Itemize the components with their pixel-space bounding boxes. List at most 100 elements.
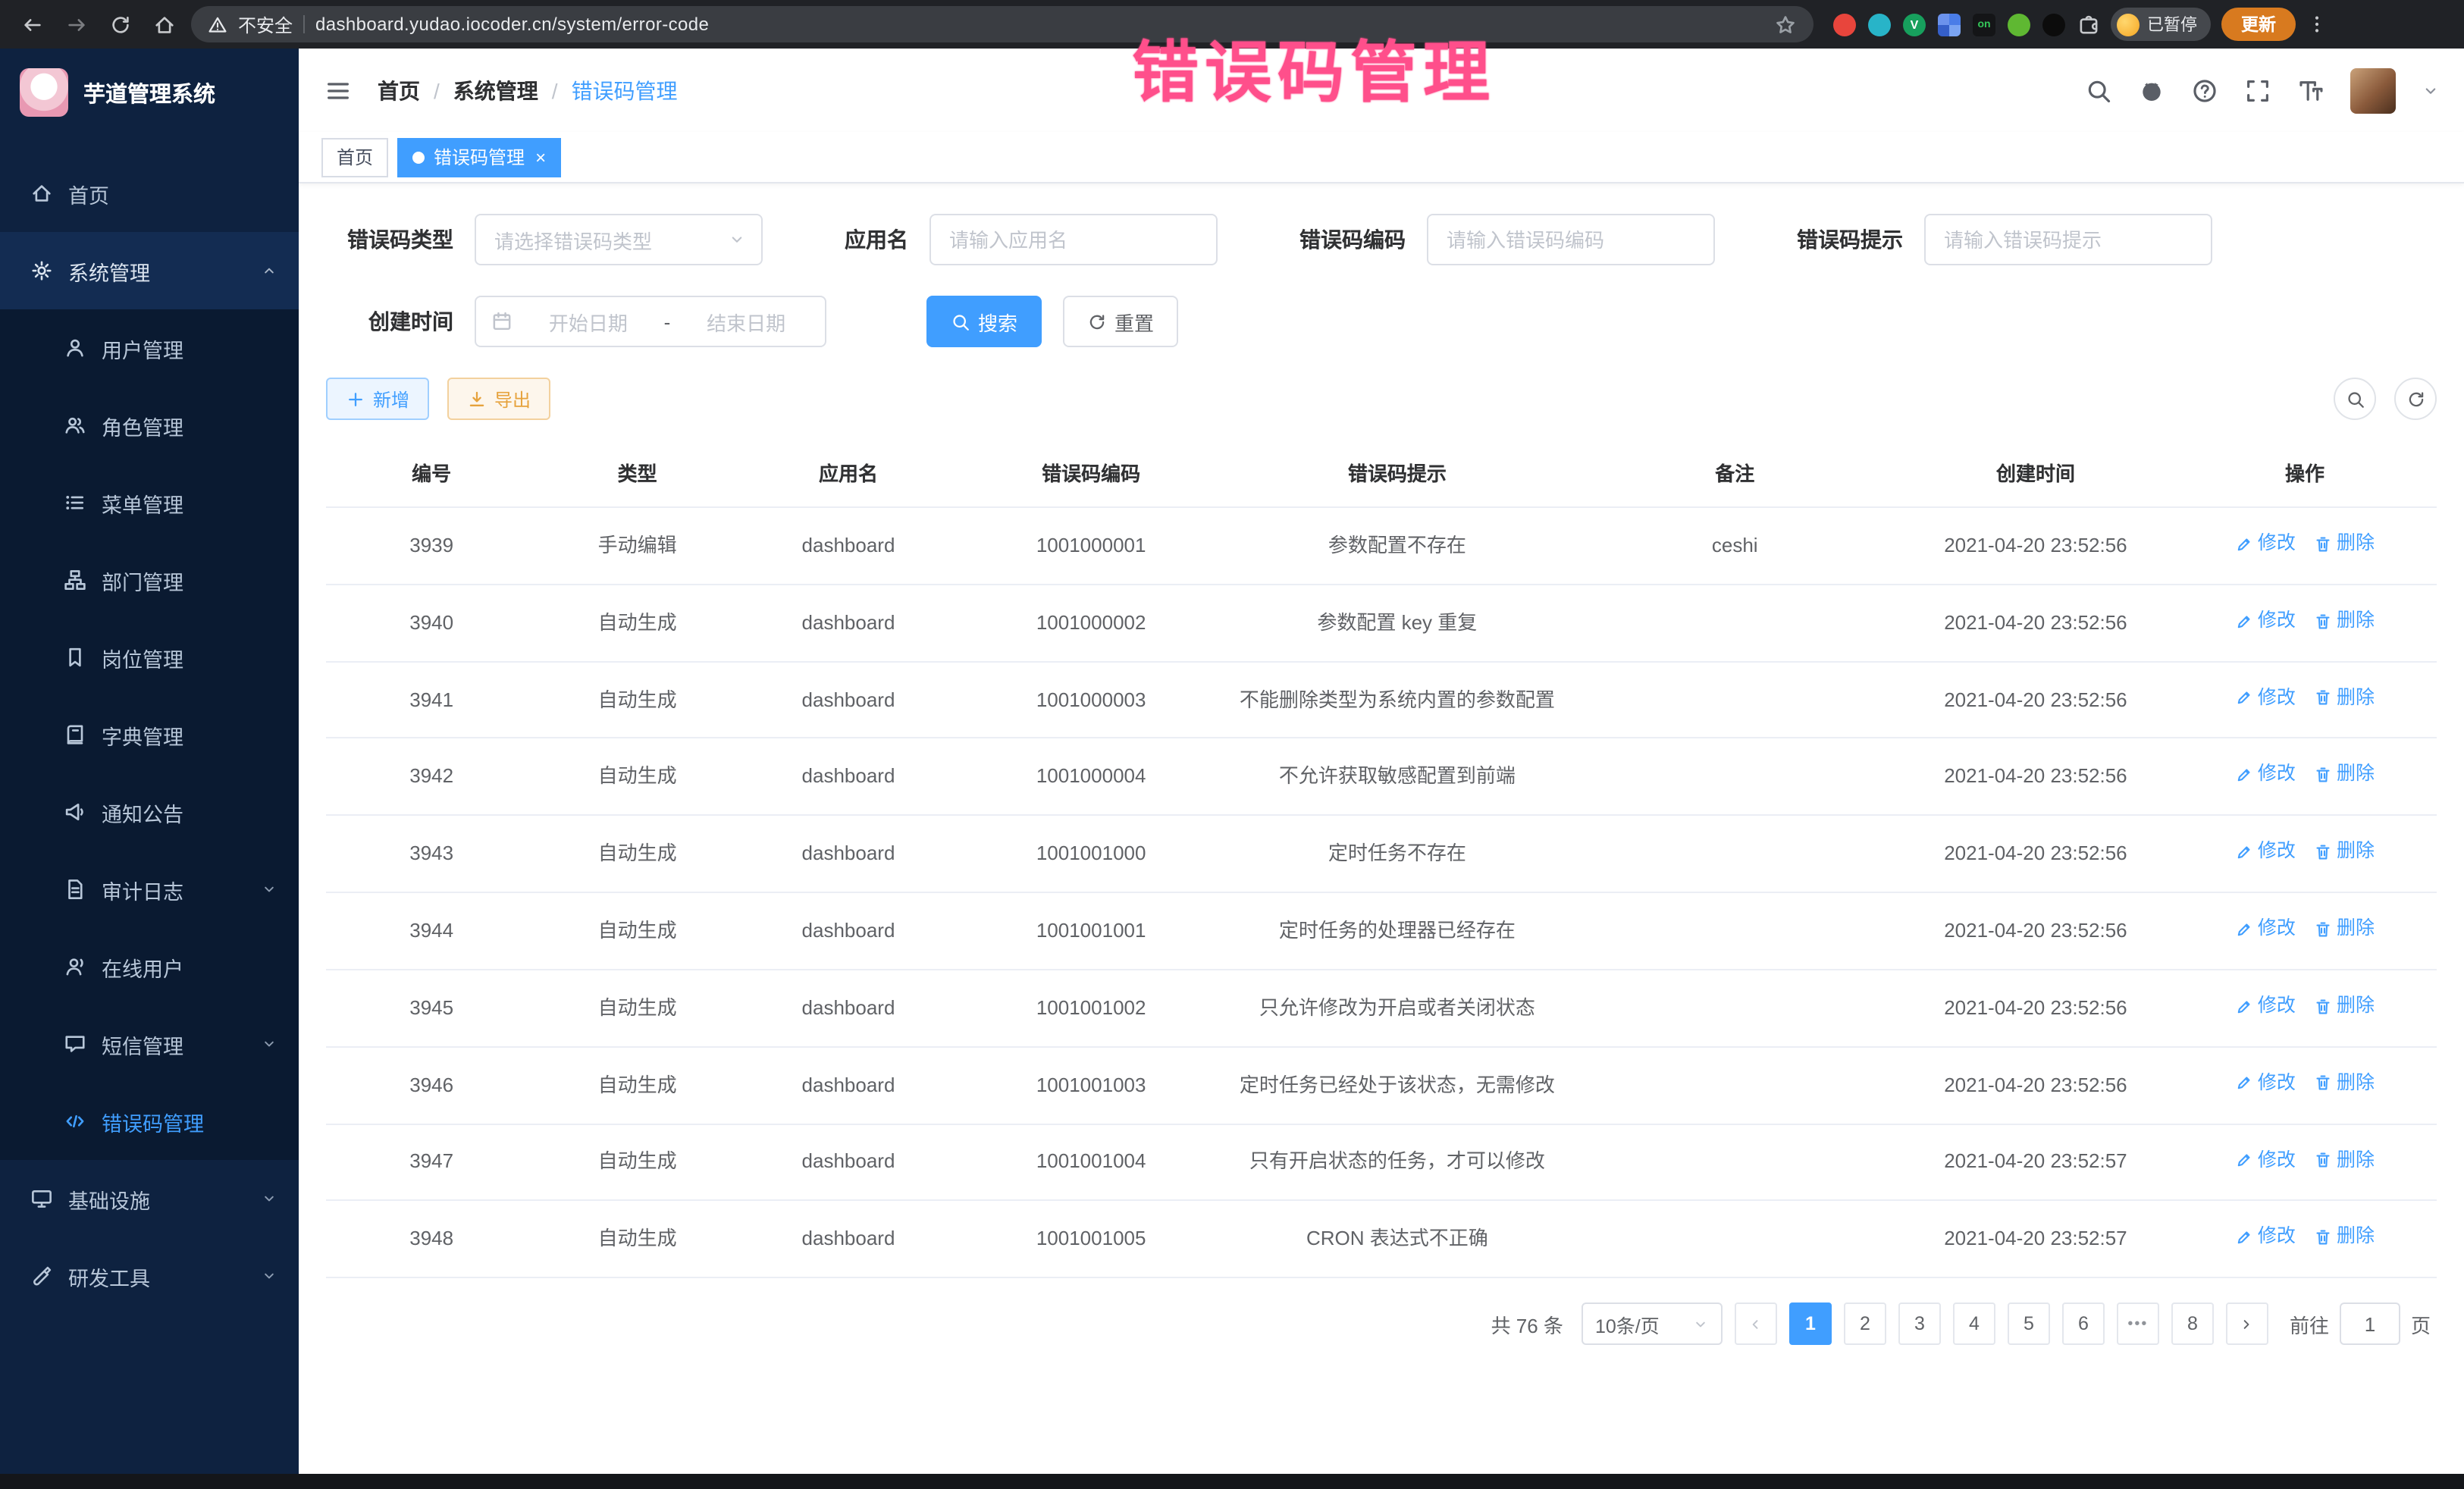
sidebar-item-devtools[interactable]: 研发工具 <box>0 1237 299 1315</box>
plus-icon <box>346 389 365 409</box>
delete-link[interactable]: 删除 <box>2314 607 2375 636</box>
browser-menu-icon[interactable] <box>2306 14 2328 35</box>
error-code-input[interactable] <box>1427 214 1715 265</box>
extension-icon[interactable] <box>2008 13 2030 36</box>
page-button[interactable]: 8 <box>2171 1303 2214 1346</box>
sidebar-item-home[interactable]: 首页 <box>0 155 299 232</box>
prev-page-button[interactable] <box>1735 1303 1777 1346</box>
bookmark-star-icon[interactable] <box>1774 13 1797 36</box>
page-button[interactable]: 2 <box>1844 1303 1886 1346</box>
delete-link[interactable]: 删除 <box>2314 529 2375 559</box>
goto-page-input[interactable] <box>2340 1303 2400 1346</box>
delete-link[interactable]: 删除 <box>2314 1069 2375 1099</box>
extension-icon[interactable]: V <box>1903 13 1926 36</box>
divider <box>303 15 305 33</box>
profile-chip[interactable]: 已暂停 <box>2111 8 2211 41</box>
extension-icon[interactable]: on <box>1973 13 1995 36</box>
edit-link[interactable]: 修改 <box>2235 992 2296 1021</box>
search-button[interactable]: 搜索 <box>926 296 1042 347</box>
edit-link[interactable]: 修改 <box>2235 683 2296 713</box>
toggle-search-button[interactable] <box>2334 378 2376 420</box>
table-row: 3942自动生成dashboard1001000004不允许获取敏感配置到前端2… <box>326 738 2437 816</box>
sidebar-item-sub[interactable]: 菜单管理 <box>0 464 299 541</box>
breadcrumb-item[interactable]: 系统管理 <box>453 75 538 105</box>
page-button[interactable]: 6 <box>2062 1303 2105 1346</box>
pagination: 共 76 条10条/页123456•••8前往页 <box>332 1303 2431 1346</box>
delete-link[interactable]: 删除 <box>2314 838 2375 867</box>
sidebar-item-sub[interactable]: 在线用户 <box>0 928 299 1005</box>
edit-link[interactable]: 修改 <box>2235 607 2296 636</box>
tab[interactable]: 首页 <box>321 137 388 177</box>
sidebar-item-sub[interactable]: 审计日志 <box>0 851 299 928</box>
address-bar[interactable]: 不安全 dashboard.yudao.iocoder.cn/system/er… <box>191 6 1814 42</box>
edit-link[interactable]: 修改 <box>2235 1146 2296 1175</box>
tab[interactable]: 错误码管理× <box>397 137 561 177</box>
search-icon[interactable] <box>2085 77 2112 104</box>
sidebar-item-sub[interactable]: 短信管理 <box>0 1005 299 1083</box>
page-button[interactable]: 4 <box>1953 1303 1995 1346</box>
sidebar-item-sub[interactable]: 岗位管理 <box>0 619 299 696</box>
extension-icon[interactable] <box>2042 13 2065 36</box>
refresh-table-button[interactable] <box>2394 378 2437 420</box>
edit-link[interactable]: 修改 <box>2235 1069 2296 1099</box>
extension-icon[interactable] <box>1868 13 1891 36</box>
browser-home-icon[interactable] <box>147 8 180 41</box>
edit-link[interactable]: 修改 <box>2235 914 2296 944</box>
add-button[interactable]: 新增 <box>326 378 429 420</box>
main-area: 首页/系统管理/错误码管理 首页错误码管理× 错误码类型 <box>299 49 2464 1474</box>
app-name-input[interactable] <box>929 214 1218 265</box>
github-icon[interactable] <box>2138 77 2165 104</box>
update-button[interactable]: 更新 <box>2221 8 2296 41</box>
error-type-select[interactable]: 请选择错误码类型 <box>475 214 763 265</box>
reset-button[interactable]: 重置 <box>1063 296 1178 347</box>
delete-link[interactable]: 删除 <box>2314 760 2375 790</box>
page-button[interactable]: 1 <box>1789 1303 1832 1346</box>
page-size-select[interactable]: 10条/页 <box>1582 1303 1723 1346</box>
cell-hint: 参数配置不存在 <box>1223 507 1571 585</box>
sidebar-item-sub[interactable]: 字典管理 <box>0 696 299 773</box>
edit-link[interactable]: 修改 <box>2235 529 2296 559</box>
profile-emoji <box>2117 13 2140 36</box>
delete-link[interactable]: 删除 <box>2314 914 2375 944</box>
edit-link[interactable]: 修改 <box>2235 760 2296 790</box>
close-icon[interactable]: × <box>535 148 546 166</box>
next-page-button[interactable] <box>2226 1303 2268 1346</box>
delete-link[interactable]: 删除 <box>2314 992 2375 1021</box>
delete-link[interactable]: 删除 <box>2314 1223 2375 1252</box>
sidebar-item-sub[interactable]: 通知公告 <box>0 773 299 851</box>
app-logo[interactable]: 芋道管理系统 <box>0 49 299 136</box>
breadcrumb-item[interactable]: 首页 <box>378 75 420 105</box>
breadcrumb-item[interactable]: 错误码管理 <box>572 75 678 105</box>
page-button[interactable]: 3 <box>1898 1303 1941 1346</box>
sidebar-item-sub[interactable]: 角色管理 <box>0 387 299 464</box>
create-time-range[interactable]: 开始日期 - 结束日期 <box>475 296 826 347</box>
back-icon[interactable] <box>15 8 49 41</box>
collapse-sidebar-icon[interactable] <box>299 77 378 104</box>
help-icon[interactable] <box>2191 77 2218 104</box>
chevron-down-icon[interactable] <box>2422 81 2440 99</box>
range-separator: - <box>664 310 671 333</box>
fullscreen-icon[interactable] <box>2244 77 2271 104</box>
edit-link[interactable]: 修改 <box>2235 838 2296 867</box>
reload-icon[interactable] <box>103 8 136 41</box>
export-button[interactable]: 导出 <box>447 378 550 420</box>
delete-link[interactable]: 删除 <box>2314 683 2375 713</box>
forward-icon[interactable] <box>59 8 92 41</box>
tab-dot-icon <box>412 151 425 163</box>
edit-link[interactable]: 修改 <box>2235 1223 2296 1252</box>
user-avatar[interactable] <box>2350 67 2396 113</box>
sidebar-item-sub[interactable]: 用户管理 <box>0 309 299 387</box>
delete-link[interactable]: 删除 <box>2314 1146 2375 1175</box>
sidebar-item-sub[interactable]: 部门管理 <box>0 541 299 619</box>
more-pages-button[interactable]: ••• <box>2117 1303 2159 1346</box>
sidebar-item-active[interactable]: 错误码管理 <box>0 1083 299 1160</box>
sidebar-item-infra[interactable]: 基础设施 <box>0 1160 299 1237</box>
font-size-icon[interactable] <box>2297 77 2324 104</box>
cell-time: 2021-04-20 23:52:56 <box>1898 661 2173 738</box>
extensions-puzzle-icon[interactable] <box>2077 13 2100 36</box>
page-button[interactable]: 5 <box>2008 1303 2050 1346</box>
error-hint-input[interactable] <box>1924 214 2212 265</box>
sidebar-item-system[interactable]: 系统管理 <box>0 232 299 309</box>
extension-icon[interactable] <box>1833 13 1856 36</box>
extension-icon[interactable] <box>1938 13 1961 36</box>
